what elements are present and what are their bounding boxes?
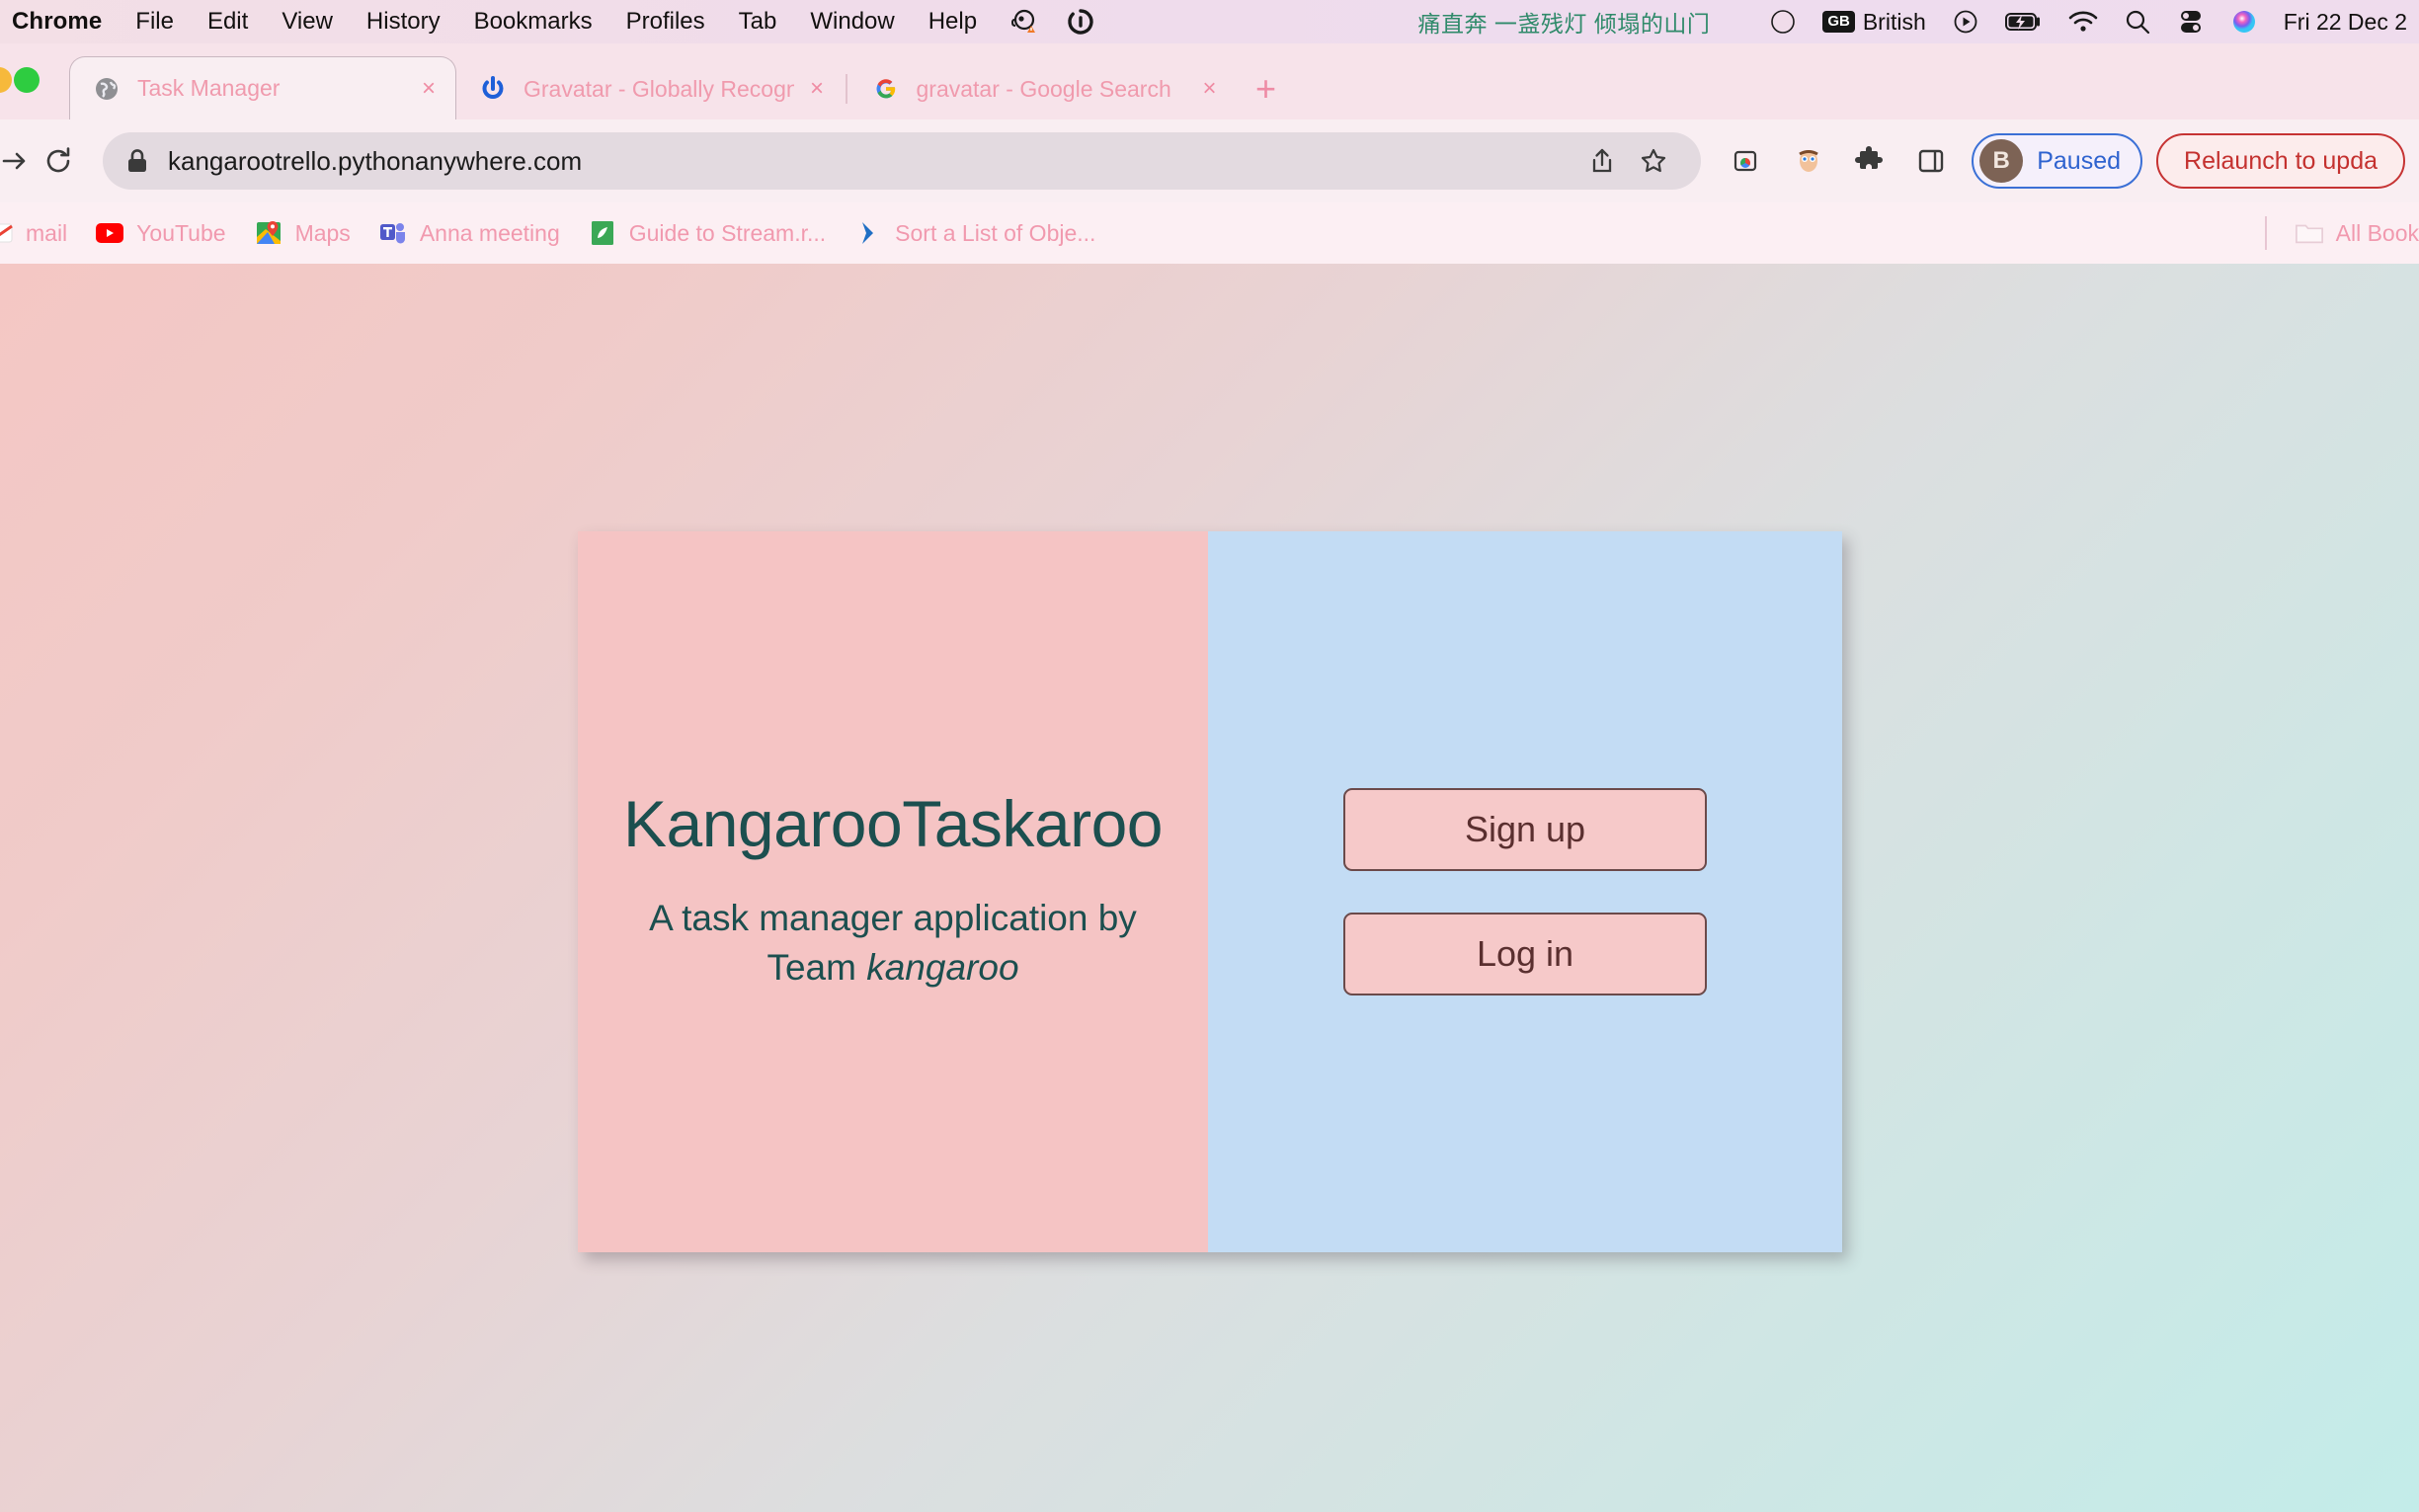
globe-icon[interactable] <box>1769 8 1798 36</box>
reload-icon[interactable] <box>32 134 85 188</box>
google-icon <box>871 74 901 104</box>
menu-item-help[interactable]: Help <box>928 8 977 36</box>
avatar: B <box>1979 139 2024 183</box>
bookmark-label: YouTube <box>136 219 226 246</box>
gmail-icon <box>0 218 14 248</box>
globe-icon <box>92 74 121 104</box>
menu-item-history[interactable]: History <box>366 8 441 36</box>
address-bar-url[interactable]: kangarootrello.pythonanywhere.com <box>168 146 1576 177</box>
profile-chip[interactable]: B Paused <box>1972 133 2143 189</box>
menu-app-name[interactable]: Chrome <box>12 8 102 36</box>
menu-item-bookmarks[interactable]: Bookmarks <box>474 8 593 36</box>
tab-title: Gravatar - Globally Recognize <box>524 75 794 102</box>
play-circle-icon[interactable] <box>1952 8 1979 36</box>
tab-separator <box>846 74 847 104</box>
macos-menu-bar: Chrome File Edit View History Bookmarks … <box>0 0 2419 43</box>
keyboard-layout-badge[interactable]: GB <box>1822 11 1855 33</box>
close-icon[interactable]: × <box>804 75 830 103</box>
bookmark-item-maps[interactable]: Maps <box>240 208 364 258</box>
relaunch-to-update-button[interactable]: Relaunch to upda <box>2156 133 2405 189</box>
profile-status-label: Paused <box>2037 146 2122 175</box>
maps-icon <box>254 218 283 248</box>
menu-item-file[interactable]: File <box>135 8 174 36</box>
chrome-tab-strip: Task Manager × Gravatar - Globally Recog… <box>0 43 2419 119</box>
star-icon[interactable] <box>1628 135 1679 187</box>
close-icon[interactable]: × <box>416 75 442 103</box>
tab-title: gravatar - Google Search <box>916 75 1171 102</box>
chrome-toolbar: kangarootrello.pythonanywhere.com B Paus… <box>0 119 2419 202</box>
arrow-forward-icon[interactable] <box>0 134 32 188</box>
window-traffic-lights <box>0 43 69 119</box>
gravatar-icon <box>478 74 508 104</box>
keyboard-layout-label[interactable]: British <box>1863 9 1926 36</box>
youtube-icon <box>95 218 124 248</box>
teams-icon <box>378 218 408 248</box>
signup-button[interactable]: Sign up <box>1343 788 1707 871</box>
window-maximize-button[interactable] <box>14 67 40 93</box>
all-bookmarks-folder[interactable]: All Book <box>2281 208 2419 258</box>
close-icon[interactable]: × <box>1197 75 1223 103</box>
new-tab-button[interactable]: + <box>1237 58 1296 119</box>
bookmark-label: mail <box>26 219 68 246</box>
tab-groups-icon[interactable] <box>1719 132 1776 190</box>
browser-tab-google-search[interactable]: gravatar - Google Search × <box>849 58 1237 119</box>
browser-tab-task-manager[interactable]: Task Manager × <box>69 56 456 119</box>
address-bar[interactable]: kangarootrello.pythonanywhere.com <box>103 132 1702 190</box>
bookmark-label: Sort a List of Obje... <box>895 219 1096 246</box>
share-icon[interactable] <box>1576 135 1628 187</box>
menu-item-window[interactable]: Window <box>810 8 894 36</box>
bookmark-item-guide-to-stream[interactable]: Guide to Stream.r... <box>574 208 840 258</box>
sync-spinner-icon[interactable] <box>1066 7 1095 37</box>
menu-item-edit[interactable]: Edit <box>207 8 248 36</box>
control-center-icon[interactable] <box>2177 8 2205 36</box>
bookmark-label: Guide to Stream.r... <box>628 219 827 246</box>
card-auth-panel: Sign up Log in <box>1208 531 1842 1252</box>
window-minimize-button[interactable] <box>0 67 12 93</box>
now-playing-lyrics: 痛直奔 一盏残灯 倾塌的山门 <box>1417 11 1711 37</box>
landing-card: KangarooTaskaroo A task manager applicat… <box>578 531 1842 1252</box>
bookmark-label: Anna meeting <box>419 219 560 246</box>
menu-item-tab[interactable]: Tab <box>739 8 777 36</box>
bookmark-item-sort-a-list[interactable]: Sort a List of Obje... <box>840 208 1109 258</box>
wifi-icon[interactable] <box>2068 10 2098 34</box>
face-extension-icon[interactable] <box>1780 132 1837 190</box>
bookmark-item-gmail[interactable]: mail <box>0 208 81 258</box>
menubar-datetime[interactable]: Fri 22 Dec 2 <box>2284 9 2407 36</box>
menu-item-profiles[interactable]: Profiles <box>626 8 705 36</box>
page-viewport: KangarooTaskaroo A task manager applicat… <box>0 264 2419 1512</box>
puzzle-extensions-icon[interactable] <box>1841 132 1898 190</box>
page-subtitle-team: kangaroo <box>866 947 1019 988</box>
folder-icon <box>2295 218 2324 248</box>
page-title: KangarooTaskaroo <box>622 787 1164 861</box>
leaf-icon <box>588 218 617 248</box>
card-branding-panel: KangarooTaskaroo A task manager applicat… <box>578 531 1208 1252</box>
bookmark-label: Maps <box>294 219 351 246</box>
tab-title: Task Manager <box>137 75 281 101</box>
siri-icon[interactable] <box>2230 8 2258 36</box>
bookmark-item-anna-meeting[interactable]: Anna meeting <box>364 208 574 258</box>
monkey-alert-icon[interactable] <box>1010 7 1040 37</box>
menu-item-view[interactable]: View <box>282 8 333 36</box>
login-button[interactable]: Log in <box>1343 913 1707 995</box>
page-subtitle: A task manager application by Team kanga… <box>607 894 1178 993</box>
bookmark-item-youtube[interactable]: YouTube <box>81 208 239 258</box>
search-icon[interactable] <box>2124 8 2151 36</box>
all-bookmarks-label: All Book <box>2335 219 2419 246</box>
chevron-icon <box>853 218 883 248</box>
browser-tab-gravatar[interactable]: Gravatar - Globally Recognize × <box>456 58 844 119</box>
bookmarks-bar: mail YouTube Maps Anna meeting Guide to … <box>0 202 2419 264</box>
side-panel-icon[interactable] <box>1902 132 1960 190</box>
lock-icon[interactable] <box>124 147 150 175</box>
bookmarks-divider <box>2264 216 2267 250</box>
battery-charging-icon[interactable] <box>2004 9 2043 35</box>
